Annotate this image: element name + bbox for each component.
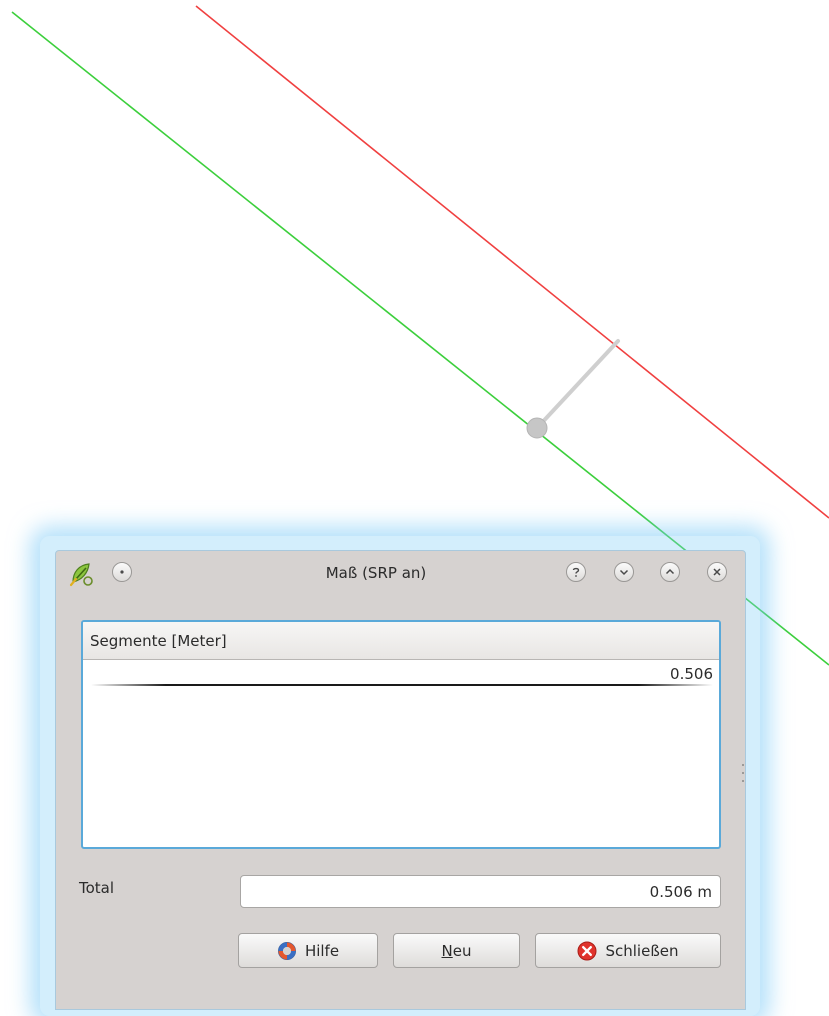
question-icon — [572, 567, 580, 577]
help-button-label: Hilfe — [304, 941, 340, 960]
dot-icon — [120, 570, 124, 574]
total-field[interactable]: 0.506 m — [240, 875, 721, 908]
dialog-title: Maß (SRP an) — [325, 564, 427, 582]
close-circle-icon — [577, 941, 597, 961]
help-button[interactable]: Hilfe — [238, 933, 378, 968]
segments-table[interactable]: Segmente [Meter] 0.506 — [81, 620, 721, 849]
chevron-down-icon — [619, 569, 629, 576]
red-line-feature — [195, 5, 829, 519]
measure-segment — [535, 339, 620, 430]
total-label: Total — [79, 879, 115, 897]
table-row[interactable]: 0.506 — [83, 660, 719, 686]
minimize-button[interactable] — [614, 562, 634, 582]
window-menu-button[interactable] — [112, 562, 132, 582]
help-title-button[interactable] — [566, 562, 586, 582]
close-button[interactable]: Schließen — [535, 933, 721, 968]
measure-vertex[interactable] — [526, 417, 548, 439]
new-button[interactable]: Neu — [393, 933, 520, 968]
title-bar[interactable]: Maß (SRP an) — [56, 551, 745, 597]
row-selection-line — [91, 684, 713, 686]
close-window-button[interactable] — [707, 562, 727, 582]
lifebuoy-icon — [277, 941, 297, 961]
close-icon — [713, 568, 721, 576]
maximize-button[interactable] — [660, 562, 680, 582]
qgis-app-icon[interactable] — [67, 560, 95, 588]
chevron-up-icon — [665, 568, 675, 575]
segment-value: 0.506 — [670, 665, 713, 683]
segments-column-header[interactable]: Segmente [Meter] — [83, 622, 719, 660]
measure-dialog: Maß (SRP an) Segmente [Meter] 0.506 Tota… — [55, 550, 746, 1010]
resize-grip-icon[interactable] — [741, 761, 745, 785]
new-button-label: Neu — [441, 941, 472, 960]
close-button-label: Schließen — [605, 941, 679, 960]
